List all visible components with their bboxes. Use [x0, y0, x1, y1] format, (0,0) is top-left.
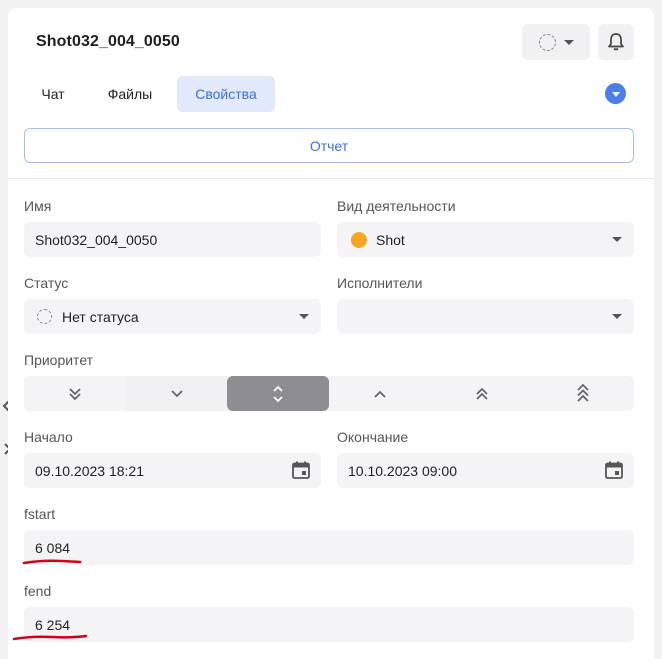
chevron-down-icon [563, 39, 574, 45]
priority-low-button[interactable] [125, 376, 228, 411]
status-value: Нет статуса [62, 308, 139, 325]
calendar-icon[interactable] [604, 460, 624, 480]
assignees-select[interactable] [337, 299, 634, 334]
priority-normal-button[interactable] [227, 376, 330, 411]
assignees-label: Исполнители [337, 275, 423, 291]
activity-label: Вид деятельности [337, 198, 456, 214]
fend-field[interactable]: 6 254 [24, 607, 634, 642]
fstart-label: fstart [24, 506, 56, 522]
bell-icon [608, 33, 624, 51]
double-chevron-up-icon [475, 387, 488, 400]
chevron-down-icon [611, 92, 620, 97]
status-empty-icon [538, 33, 556, 51]
tab-files[interactable]: Файлы [90, 76, 170, 112]
notifications-button[interactable] [598, 24, 634, 60]
status-dropdown[interactable] [522, 24, 590, 60]
fstart-field[interactable]: 6 084 [24, 530, 634, 565]
triple-chevron-up-icon [577, 383, 589, 402]
annotation-underline [12, 634, 88, 641]
calendar-icon[interactable] [291, 460, 311, 480]
end-date-value: 10.10.2023 09:00 [348, 462, 457, 479]
fstart-value: 6 084 [35, 539, 71, 556]
status-label: Статус [24, 275, 69, 291]
chevron-down-icon [170, 389, 183, 397]
chevron-down-icon [612, 314, 622, 319]
fend-label: fend [24, 583, 52, 599]
tab-properties[interactable]: Свойства [177, 76, 275, 112]
chevron-down-icon [299, 314, 309, 319]
chevron-down-icon [612, 237, 622, 242]
start-label: Начало [24, 429, 73, 445]
status-empty-icon [37, 309, 52, 324]
page-title: Shot032_004_0050 [36, 33, 180, 50]
start-date-field[interactable]: 09.10.2023 18:21 [24, 453, 321, 488]
name-value: Shot032_004_0050 [35, 231, 158, 248]
end-date-field[interactable]: 10.10.2023 09:00 [337, 453, 634, 488]
name-field[interactable]: Shot032_004_0050 [24, 222, 321, 257]
end-label: Окончание [337, 429, 409, 445]
priority-higher-button[interactable] [431, 376, 533, 411]
name-label: Имя [24, 198, 52, 214]
priority-label: Приоритет [24, 352, 94, 368]
report-button[interactable]: Отчет [24, 128, 634, 163]
activity-select[interactable]: Shot [337, 222, 634, 257]
expand-menu-button[interactable] [605, 83, 626, 104]
start-date-value: 09.10.2023 18:21 [35, 462, 144, 479]
double-chevron-down-icon [69, 387, 81, 400]
tab-chat[interactable]: Чат [24, 76, 82, 112]
priority-high-button[interactable] [329, 376, 431, 411]
chevron-up-down-icon [273, 385, 283, 402]
priority-highest-button[interactable] [532, 376, 634, 411]
properties-panel: Shot032_004_0050 Чат Файлы Свойства Отче… [8, 8, 654, 659]
activity-value: Shot [376, 231, 405, 248]
activity-color-dot [351, 231, 367, 248]
status-select[interactable]: Нет статуса [24, 299, 321, 334]
fend-value: 6 254 [35, 616, 71, 633]
priority-selector [24, 376, 634, 411]
annotation-underline [22, 559, 82, 565]
chevron-up-icon [374, 390, 386, 398]
priority-lowest-button[interactable] [24, 376, 126, 411]
divider [8, 178, 654, 179]
